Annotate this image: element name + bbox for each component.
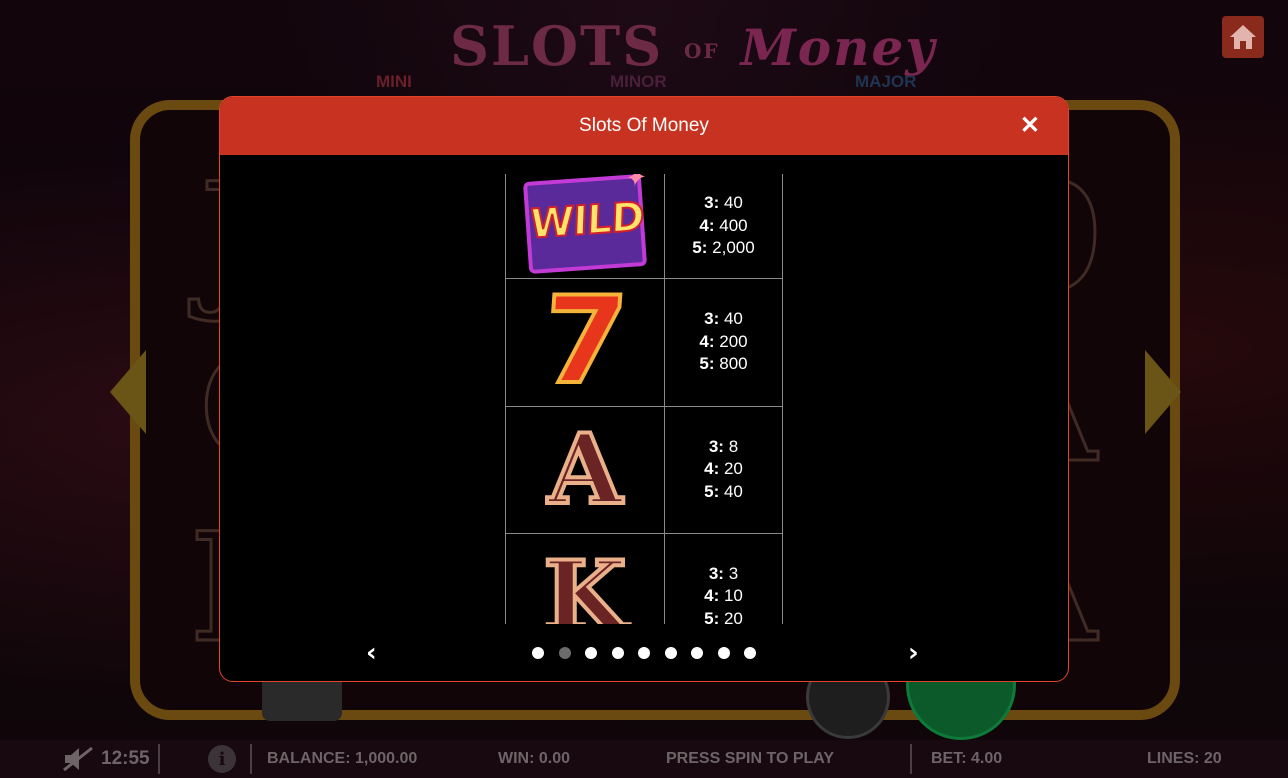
modal-title: Slots Of Money — [579, 115, 709, 136]
symbol-cell: K — [505, 532, 665, 624]
paytable-row: A 3: 8 4: 20 5: 40 — [505, 405, 783, 534]
page-dot-9[interactable] — [744, 647, 756, 659]
balance-display: BALANCE: 1,000.00 — [267, 750, 418, 767]
game-logo: SLOTS OF Money — [450, 14, 937, 78]
payout-cell: 3: 40 4: 200 5: 800 — [664, 277, 783, 407]
seven-symbol: 7 — [536, 270, 633, 413]
modal-header: Slots Of Money ✕ — [220, 97, 1068, 155]
close-button[interactable]: ✕ — [1020, 111, 1040, 141]
payout-cell: 3: 3 4: 10 5: 20 — [664, 532, 783, 624]
paytable-scroll-area[interactable]: WILD ✦ 3: 40 4: 400 5: 2,000 7 3: 40 4: … — [505, 174, 785, 624]
symbol-cell: 7 — [505, 270, 665, 413]
page-dot-7[interactable] — [691, 647, 703, 659]
page-dot-1[interactable] — [532, 647, 544, 659]
wild-symbol: WILD ✦ — [522, 174, 648, 275]
status-bar: 12:55 i BALANCE: 1,000.00 WIN: 0.00 PRES… — [0, 740, 1288, 778]
paytable-row: K 3: 3 4: 10 5: 20 — [505, 532, 783, 624]
jackpot-minor-label: MINOR — [610, 72, 667, 91]
previous-page-button[interactable]: ‹ — [366, 639, 377, 667]
page-dot-6[interactable] — [664, 647, 677, 659]
reel-right-arrow — [1145, 350, 1181, 434]
home-button[interactable] — [1222, 16, 1264, 58]
home-icon — [1230, 25, 1256, 49]
lines-display: LINES: 20 — [1147, 750, 1222, 767]
page-indicator — [532, 647, 756, 659]
sparkle-icon: ✦ — [622, 174, 646, 194]
clock-time: 12:55 — [101, 748, 150, 769]
divider — [250, 744, 252, 774]
bet-display: BET: 4.00 — [931, 750, 1003, 767]
jackpot-mini-label: MINI — [376, 72, 412, 91]
ace-symbol: A — [546, 412, 625, 526]
page-dot-8[interactable] — [717, 647, 730, 659]
payout-cell: 3: 40 4: 400 5: 2,000 — [664, 174, 783, 279]
divider — [158, 744, 160, 774]
divider — [910, 744, 912, 774]
next-page-button[interactable]: › — [908, 639, 919, 667]
payout-cell: 3: 8 4: 20 5: 40 — [664, 405, 783, 534]
status-message: PRESS SPIN TO PLAY — [666, 750, 835, 767]
sound-muted-icon[interactable] — [62, 746, 96, 772]
symbol-cell: A — [505, 405, 665, 534]
paytable: WILD ✦ 3: 40 4: 400 5: 2,000 7 3: 40 4: … — [505, 174, 783, 624]
win-display: WIN: 0.00 — [498, 750, 571, 767]
king-symbol: K — [541, 539, 628, 624]
jackpot-major-label: MAJOR — [855, 72, 917, 91]
symbol-cell: WILD ✦ — [505, 174, 665, 279]
reel-left-arrow — [110, 350, 146, 434]
page-dot-5[interactable] — [638, 647, 650, 659]
page-dot-2[interactable] — [558, 647, 571, 659]
paytable-row: 7 3: 40 4: 200 5: 800 — [505, 270, 783, 413]
paytable-row: WILD ✦ 3: 40 4: 400 5: 2,000 — [505, 174, 783, 279]
paytable-modal: Slots Of Money ✕ WILD ✦ 3: 40 4: 400 5: … — [219, 96, 1069, 682]
page-dot-3[interactable] — [585, 647, 597, 659]
info-icon[interactable]: i — [208, 745, 236, 773]
page-dot-4[interactable] — [611, 647, 624, 659]
